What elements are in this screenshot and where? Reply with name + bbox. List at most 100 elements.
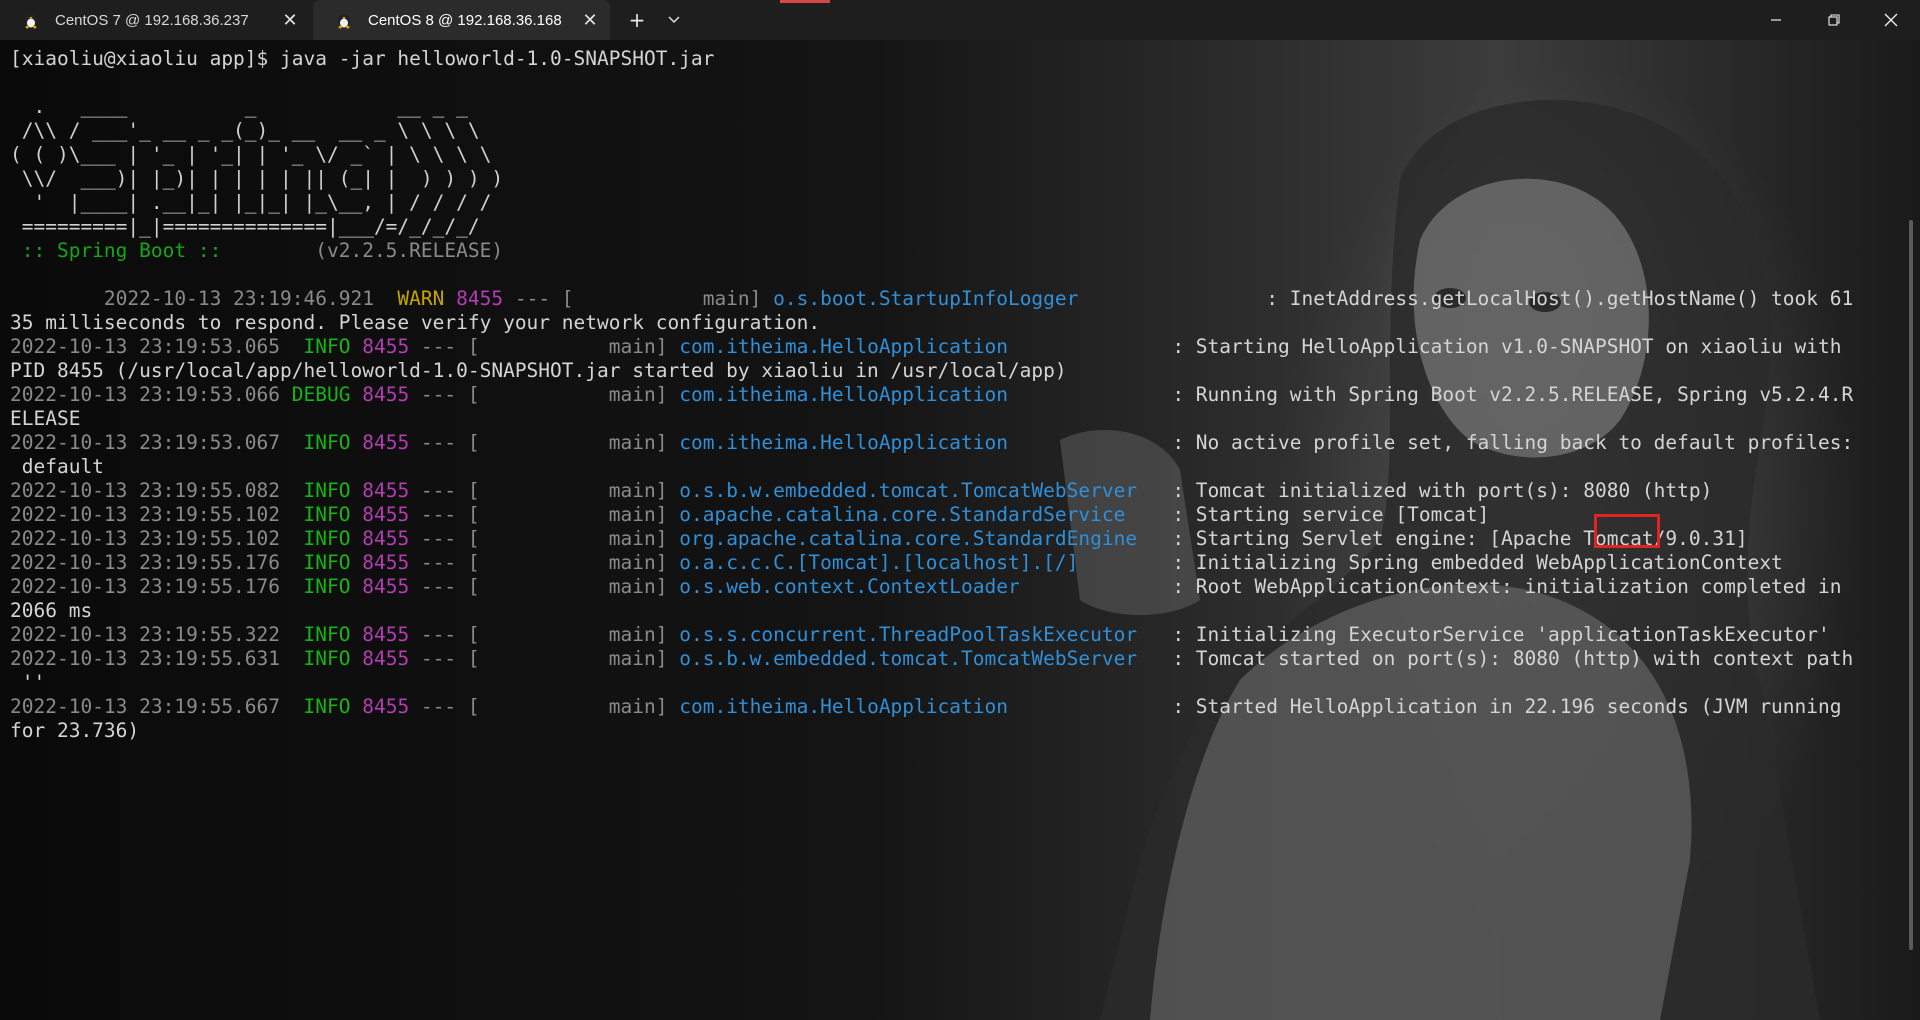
log-pid: 8455 — [350, 479, 410, 502]
log-line: 2022-10-13 23:19:55.176 INFO 8455 --- [ … — [10, 575, 1905, 599]
log-message: : No active profile set, falling back to… — [1160, 431, 1854, 454]
log-logger-name: o.s.boot.StartupInfoLogger — [773, 287, 1255, 310]
log-timestamp: 2022-10-13 23:19:55.102 — [10, 503, 281, 526]
log-message: : Starting service [Tomcat] — [1160, 503, 1490, 526]
log-pid: 8455 — [350, 431, 410, 454]
log-thread: main] — [479, 575, 680, 598]
log-line-continuation: 2066 ms — [10, 599, 1905, 623]
log-level: INFO — [280, 695, 351, 718]
log-separator: --- [ — [409, 695, 480, 718]
spring-banner-line: /\\ / ___'_ __ _ _(_)_ __ __ _ \ \ \ \ — [10, 119, 480, 142]
log-level: DEBUG — [280, 383, 351, 406]
spring-boot-version: (v2.2.5.RELEASE) — [233, 239, 504, 262]
scrollbar[interactable] — [1909, 220, 1913, 950]
spring-banner-line: ( ( )\___ | '_ | '_| | '_ \/ _` | \ \ \ … — [10, 143, 492, 166]
log-timestamp: 2022-10-13 23:19:55.631 — [10, 647, 281, 670]
log-timestamp: 2022-10-13 23:19:55.176 — [10, 575, 281, 598]
log-line: 2022-10-13 23:19:55.176 INFO 8455 --- [ … — [10, 551, 1905, 575]
log-line: 2022-10-13 23:19:53.067 INFO 8455 --- [ … — [10, 431, 1905, 455]
title-bar: CentOS 7 @ 192.168.36.237 ✕ CentOS 8 @ 1… — [0, 0, 1920, 40]
log-thread: main] — [479, 647, 680, 670]
terminal-output: [xiaoliu@xiaoliu app]$ java -jar hellowo… — [10, 47, 1905, 743]
log-separator: --- [ — [409, 647, 480, 670]
close-icon — [1884, 13, 1898, 27]
spring-banner-line: . ____ _ __ _ _ — [10, 95, 468, 118]
log-message: PID 8455 (/usr/local/app/helloworld-1.0-… — [10, 359, 1067, 382]
log-message: : Root WebApplicationContext: initializa… — [1160, 575, 1842, 598]
log-logger-name: com.itheima.HelloApplication — [679, 335, 1161, 358]
close-icon[interactable]: ✕ — [574, 10, 606, 31]
tab-title: CentOS 8 @ 192.168.36.168 — [368, 11, 562, 29]
linux-penguin-icon — [22, 11, 40, 29]
log-thread: main] — [479, 695, 680, 718]
log-pid: 8455 — [350, 527, 410, 550]
log-thread: main] — [479, 527, 680, 550]
log-thread: main] — [479, 431, 680, 454]
log-message: : Initializing Spring embedded WebApplic… — [1160, 551, 1783, 574]
log-logger-name: o.s.s.concurrent.ThreadPoolTaskExecutor — [679, 623, 1161, 646]
log-line-continuation: 35 milliseconds to respond. Please verif… — [10, 311, 1905, 335]
spring-banner-line: =========|_|==============|___/=/_/_/_/ — [10, 215, 480, 238]
log-pid: 8455 — [350, 695, 410, 718]
log-timestamp: 2022-10-13 23:19:53.067 — [10, 431, 281, 454]
log-level: INFO — [280, 575, 351, 598]
log-message: 2066 ms — [10, 599, 93, 622]
log-message: : Initializing ExecutorService 'applicat… — [1160, 623, 1830, 646]
tab-title: CentOS 7 @ 192.168.36.237 — [55, 11, 249, 29]
log-timestamp: 2022-10-13 23:19:53.065 — [10, 335, 281, 358]
log-line: 2022-10-13 23:19:53.065 INFO 8455 --- [ … — [10, 335, 1905, 359]
log-separator: --- [ — [409, 623, 480, 646]
log-line: 2022-10-13 23:19:55.631 INFO 8455 --- [ … — [10, 647, 1905, 671]
log-separator: --- [ — [409, 335, 480, 358]
log-logger-name: org.apache.catalina.core.StandardEngine — [679, 527, 1161, 550]
log-message: '' — [10, 671, 46, 694]
log-separator: --- [ — [409, 479, 480, 502]
new-tab-button[interactable]: + — [622, 0, 652, 40]
log-thread: main] — [479, 479, 680, 502]
log-message: : Starting HelloApplication v1.0-SNAPSHO… — [1160, 335, 1842, 358]
log-message: : Started HelloApplication in 22.196 sec… — [1160, 695, 1842, 718]
log-separator: --- [ — [409, 551, 480, 574]
log-logger-name: com.itheima.HelloApplication — [679, 695, 1161, 718]
log-message: : InetAddress.getLocalHost().getHostName… — [1254, 287, 1854, 310]
log-message: : Tomcat initialized with port(s): 8080 … — [1160, 479, 1713, 502]
command-line: [xiaoliu@xiaoliu app]$ java -jar hellowo… — [10, 47, 715, 70]
close-window-button[interactable] — [1862, 0, 1920, 40]
log-separator: --- [ — [409, 575, 480, 598]
log-logger-name: o.s.b.w.embedded.tomcat.TomcatWebServer — [679, 647, 1161, 670]
close-icon[interactable]: ✕ — [274, 10, 306, 31]
spring-banner-line: ' |____| .__|_| |_|_| |_\__, | / / / / — [10, 191, 492, 214]
log-separator: --- [ — [409, 527, 480, 550]
log-timestamp: 2022-10-13 23:19:55.082 — [10, 479, 281, 502]
log-level: WARN — [373, 287, 445, 310]
log-pid: 8455 — [350, 335, 410, 358]
restore-button[interactable] — [1805, 0, 1863, 40]
minimize-icon — [1771, 19, 1781, 21]
log-line: 2022-10-13 23:19:55.667 INFO 8455 --- [ … — [10, 695, 1905, 719]
restore-icon — [1828, 14, 1840, 26]
log-message: for 23.736) — [10, 719, 140, 742]
tab-dropdown-button[interactable] — [660, 0, 688, 40]
log-level: INFO — [280, 551, 351, 574]
log-separator: --- [ — [409, 503, 480, 526]
log-line-continuation: PID 8455 (/usr/local/app/helloworld-1.0-… — [10, 359, 1905, 383]
log-thread: main] — [479, 335, 680, 358]
log-pid: 8455 — [350, 383, 410, 406]
tab-centos7[interactable]: CentOS 7 @ 192.168.36.237 ✕ — [0, 0, 310, 40]
log-line-continuation: default — [10, 455, 1905, 479]
log-thread: main] — [479, 503, 680, 526]
log-pid: 8455 — [444, 287, 504, 310]
log-separator: --- [ — [409, 431, 480, 454]
log-timestamp: 2022-10-13 23:19:46.921 — [10, 287, 374, 310]
log-line-continuation: '' — [10, 671, 1905, 695]
tab-centos8[interactable]: CentOS 8 @ 192.168.36.168 ✕ — [313, 0, 610, 40]
log-level: INFO — [280, 479, 351, 502]
minimize-button[interactable] — [1747, 0, 1805, 40]
terminal-pane[interactable]: [xiaoliu@xiaoliu app]$ java -jar hellowo… — [0, 40, 1920, 1020]
log-timestamp: 2022-10-13 23:19:55.102 — [10, 527, 281, 550]
log-line: 2022-10-13 23:19:55.082 INFO 8455 --- [ … — [10, 479, 1905, 503]
log-pid: 8455 — [350, 503, 410, 526]
log-separator: --- [ — [409, 383, 480, 406]
log-logger-name: o.a.c.c.C.[Tomcat].[localhost].[/] — [679, 551, 1161, 574]
